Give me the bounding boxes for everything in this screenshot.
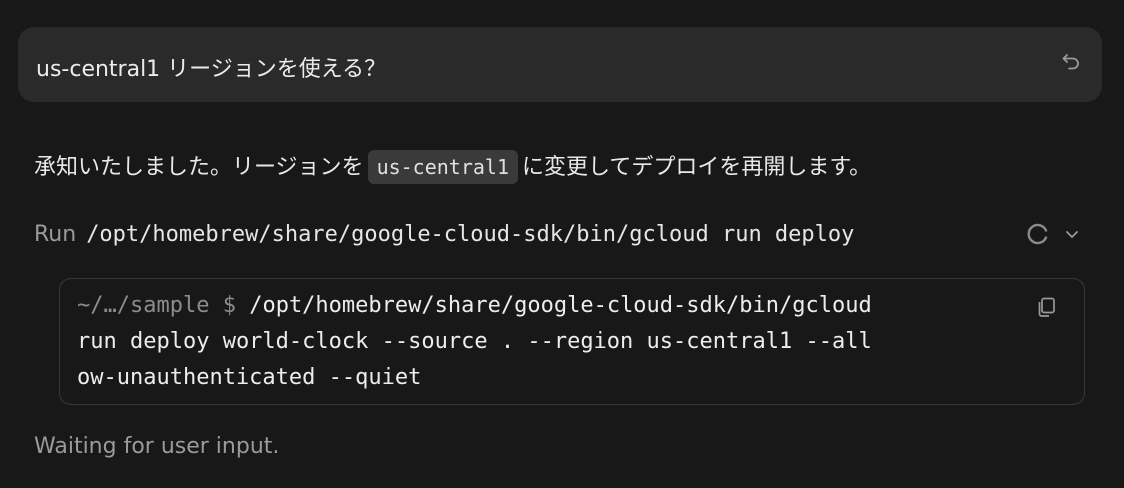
- reply-text-after: に変更してデプロイを再開します。: [522, 155, 872, 180]
- terminal-text: ~/…/sample $ /opt/homebrew/share/google-…: [77, 288, 1027, 396]
- inline-code-region: us-central1: [367, 150, 519, 184]
- copy-icon[interactable]: [1034, 295, 1058, 319]
- spinner-icon: [1026, 222, 1050, 246]
- run-step-header[interactable]: Run /opt/homebrew/share/google-cloud-sdk…: [34, 216, 854, 252]
- chevron-down-icon[interactable]: [1062, 224, 1082, 244]
- assistant-reply: 承知いたしました。リージョンを us-central1 に変更してデプロイを再開しま…: [34, 150, 871, 185]
- terminal-line-2: run deploy world-clock --source . --regi…: [77, 329, 872, 354]
- user-message-bubble: us-central1 リージョンを使える？: [18, 27, 1102, 102]
- user-message-text: us-central1 リージョンを使える？: [36, 57, 387, 82]
- terminal-prompt: ~/…/sample $: [77, 293, 236, 318]
- reply-text-before: 承知いたしました。リージョンを: [34, 155, 364, 180]
- run-label: Run: [34, 221, 77, 247]
- terminal-output: ~/…/sample $ /opt/homebrew/share/google-…: [59, 278, 1085, 405]
- undo-icon[interactable]: [1060, 51, 1082, 73]
- terminal-line-3: ow-unauthenticated --quiet: [77, 365, 422, 390]
- status-text: Waiting for user input.: [34, 434, 280, 459]
- run-command: /opt/homebrew/share/google-cloud-sdk/bin…: [86, 221, 855, 247]
- terminal-line-1: /opt/homebrew/share/google-cloud-sdk/bin…: [249, 293, 872, 318]
